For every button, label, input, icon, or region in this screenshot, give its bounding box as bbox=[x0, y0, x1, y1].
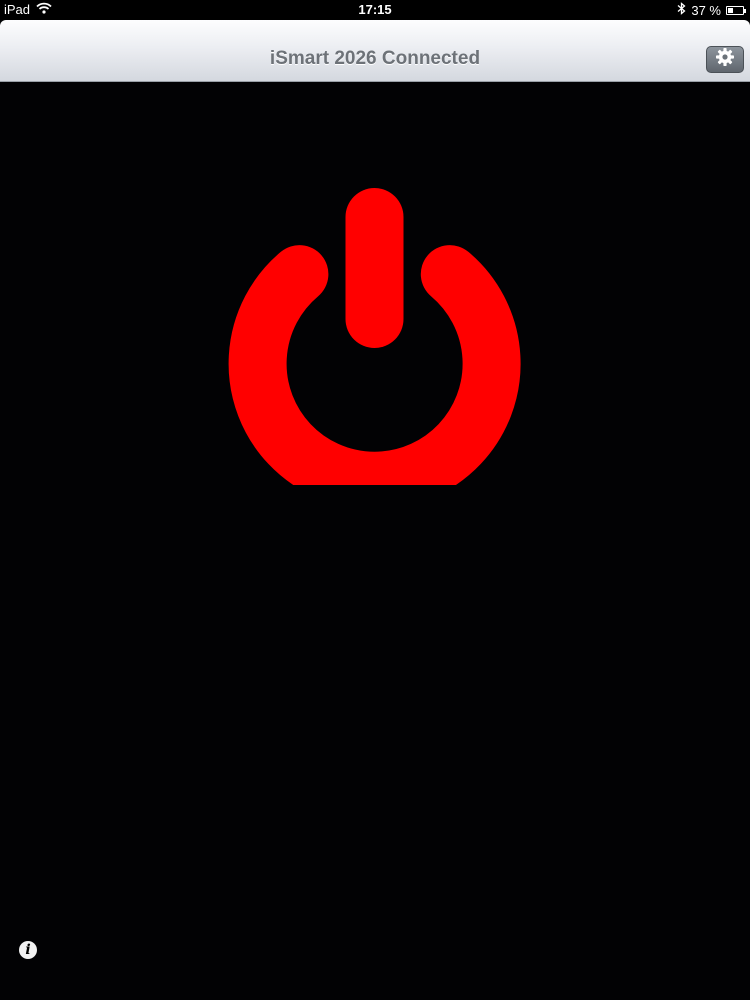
status-left: iPad bbox=[4, 2, 52, 17]
battery-level bbox=[728, 7, 733, 13]
bluetooth-icon bbox=[677, 2, 686, 18]
battery-icon bbox=[726, 5, 746, 15]
settings-button[interactable] bbox=[706, 46, 744, 73]
device-name: iPad bbox=[4, 2, 31, 17]
app-screen: iPad 17:15 37 % iSmart 2026 Connected i bbox=[0, 0, 750, 1000]
power-button[interactable] bbox=[225, 185, 525, 510]
info-icon: i bbox=[25, 942, 31, 958]
status-time: 17:15 bbox=[358, 2, 392, 17]
nav-title: iSmart 2026 Connected bbox=[269, 48, 481, 69]
wifi-icon bbox=[36, 2, 52, 17]
status-bar: iPad 17:15 37 % bbox=[0, 0, 750, 20]
power-icon bbox=[228, 188, 521, 510]
status-right: 37 % bbox=[677, 2, 746, 18]
info-button[interactable]: i bbox=[19, 941, 37, 959]
navigation-bar: iSmart 2026 Connected bbox=[0, 20, 750, 82]
gear-icon bbox=[715, 47, 735, 72]
battery-percent: 37 % bbox=[691, 2, 721, 18]
